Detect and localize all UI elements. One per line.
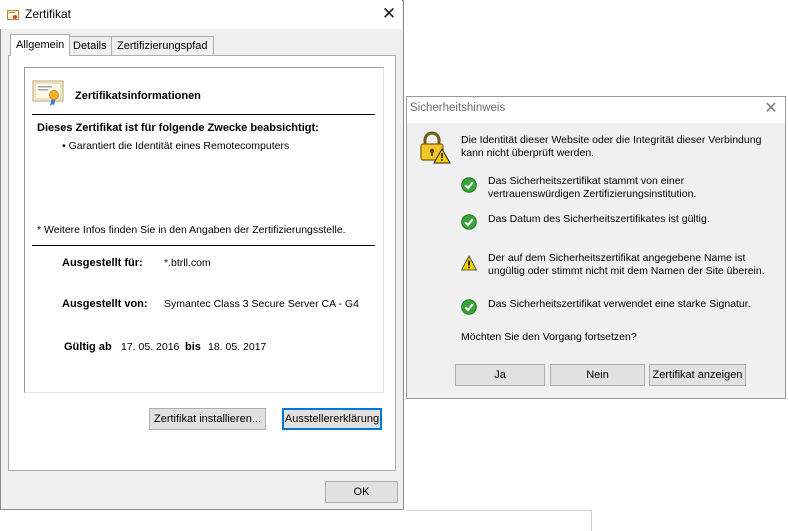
- tab-zertifizierungspfad[interactable]: Zertifizierungspfad: [111, 36, 214, 55]
- window-title: Zertifikat: [25, 7, 72, 21]
- valid-to-value: 18. 05. 2017: [208, 341, 267, 353]
- info-heading: Zertifikatsinformationen: [75, 90, 201, 102]
- divider: [32, 114, 375, 115]
- valid-to-label: bis: [185, 341, 201, 353]
- more-info-note: * Weitere Infos finden Sie in den Angabe…: [37, 224, 346, 236]
- padlock-warning-icon: [420, 131, 451, 164]
- dialog-title: Sicherheitshinweis: [410, 102, 506, 114]
- ok-button[interactable]: OK: [325, 481, 398, 503]
- install-certificate-button[interactable]: Zertifikat installieren...: [149, 408, 266, 430]
- issued-to-label: Ausgestellt für:: [62, 257, 143, 269]
- issued-by-label: Ausgestellt von:: [62, 298, 148, 310]
- issued-by-value: Symantec Class 3 Secure Server CA - G4: [164, 298, 359, 310]
- valid-from-value: 17. 05. 2016: [121, 341, 180, 353]
- check-text-strong-signature: Das Sicherheitszertifikat verwendet eine…: [488, 298, 751, 310]
- purpose-item: • Garantiert die Identität eines Remotec…: [62, 140, 290, 152]
- green-check-icon: [461, 299, 477, 315]
- continue-question: Möchten Sie den Vorgang fortsetzen?: [461, 331, 637, 343]
- certificate-icon: [7, 10, 19, 20]
- view-certificate-button[interactable]: Zertifikat anzeigen: [649, 364, 746, 386]
- intro-text: Die Identität dieser Website oder die In…: [461, 134, 762, 159]
- close-icon[interactable]: ✕: [378, 4, 400, 24]
- yes-button[interactable]: Ja: [455, 364, 545, 386]
- close-icon[interactable]: ✕: [760, 99, 782, 119]
- purposes-heading: Dieses Zertifikat ist für folgende Zweck…: [37, 122, 319, 134]
- tab-details[interactable]: Details: [67, 36, 113, 55]
- check-text-name-mismatch: Der auf dem Sicherheitszertifikat angege…: [488, 252, 765, 277]
- green-check-icon: [461, 214, 477, 230]
- divider: [32, 245, 375, 246]
- tab-allgemein[interactable]: Allgemein: [10, 34, 71, 56]
- no-button[interactable]: Nein: [550, 364, 645, 386]
- issuer-statement-button[interactable]: Ausstellererklärung: [282, 408, 382, 430]
- issued-to-value: *.btrll.com: [164, 257, 211, 269]
- background-window-fragment: [406, 510, 592, 531]
- valid-from-label: Gültig ab: [64, 341, 112, 353]
- certificate-ribbon-icon: [32, 80, 64, 106]
- green-check-icon: [461, 177, 477, 193]
- check-text-trusted-ca: Das Sicherheitszertifikat stammt von ein…: [488, 175, 697, 200]
- warning-triangle-icon: [461, 255, 477, 271]
- check-text-date-valid: Das Datum des Sicherheitszertifikates is…: [488, 213, 710, 225]
